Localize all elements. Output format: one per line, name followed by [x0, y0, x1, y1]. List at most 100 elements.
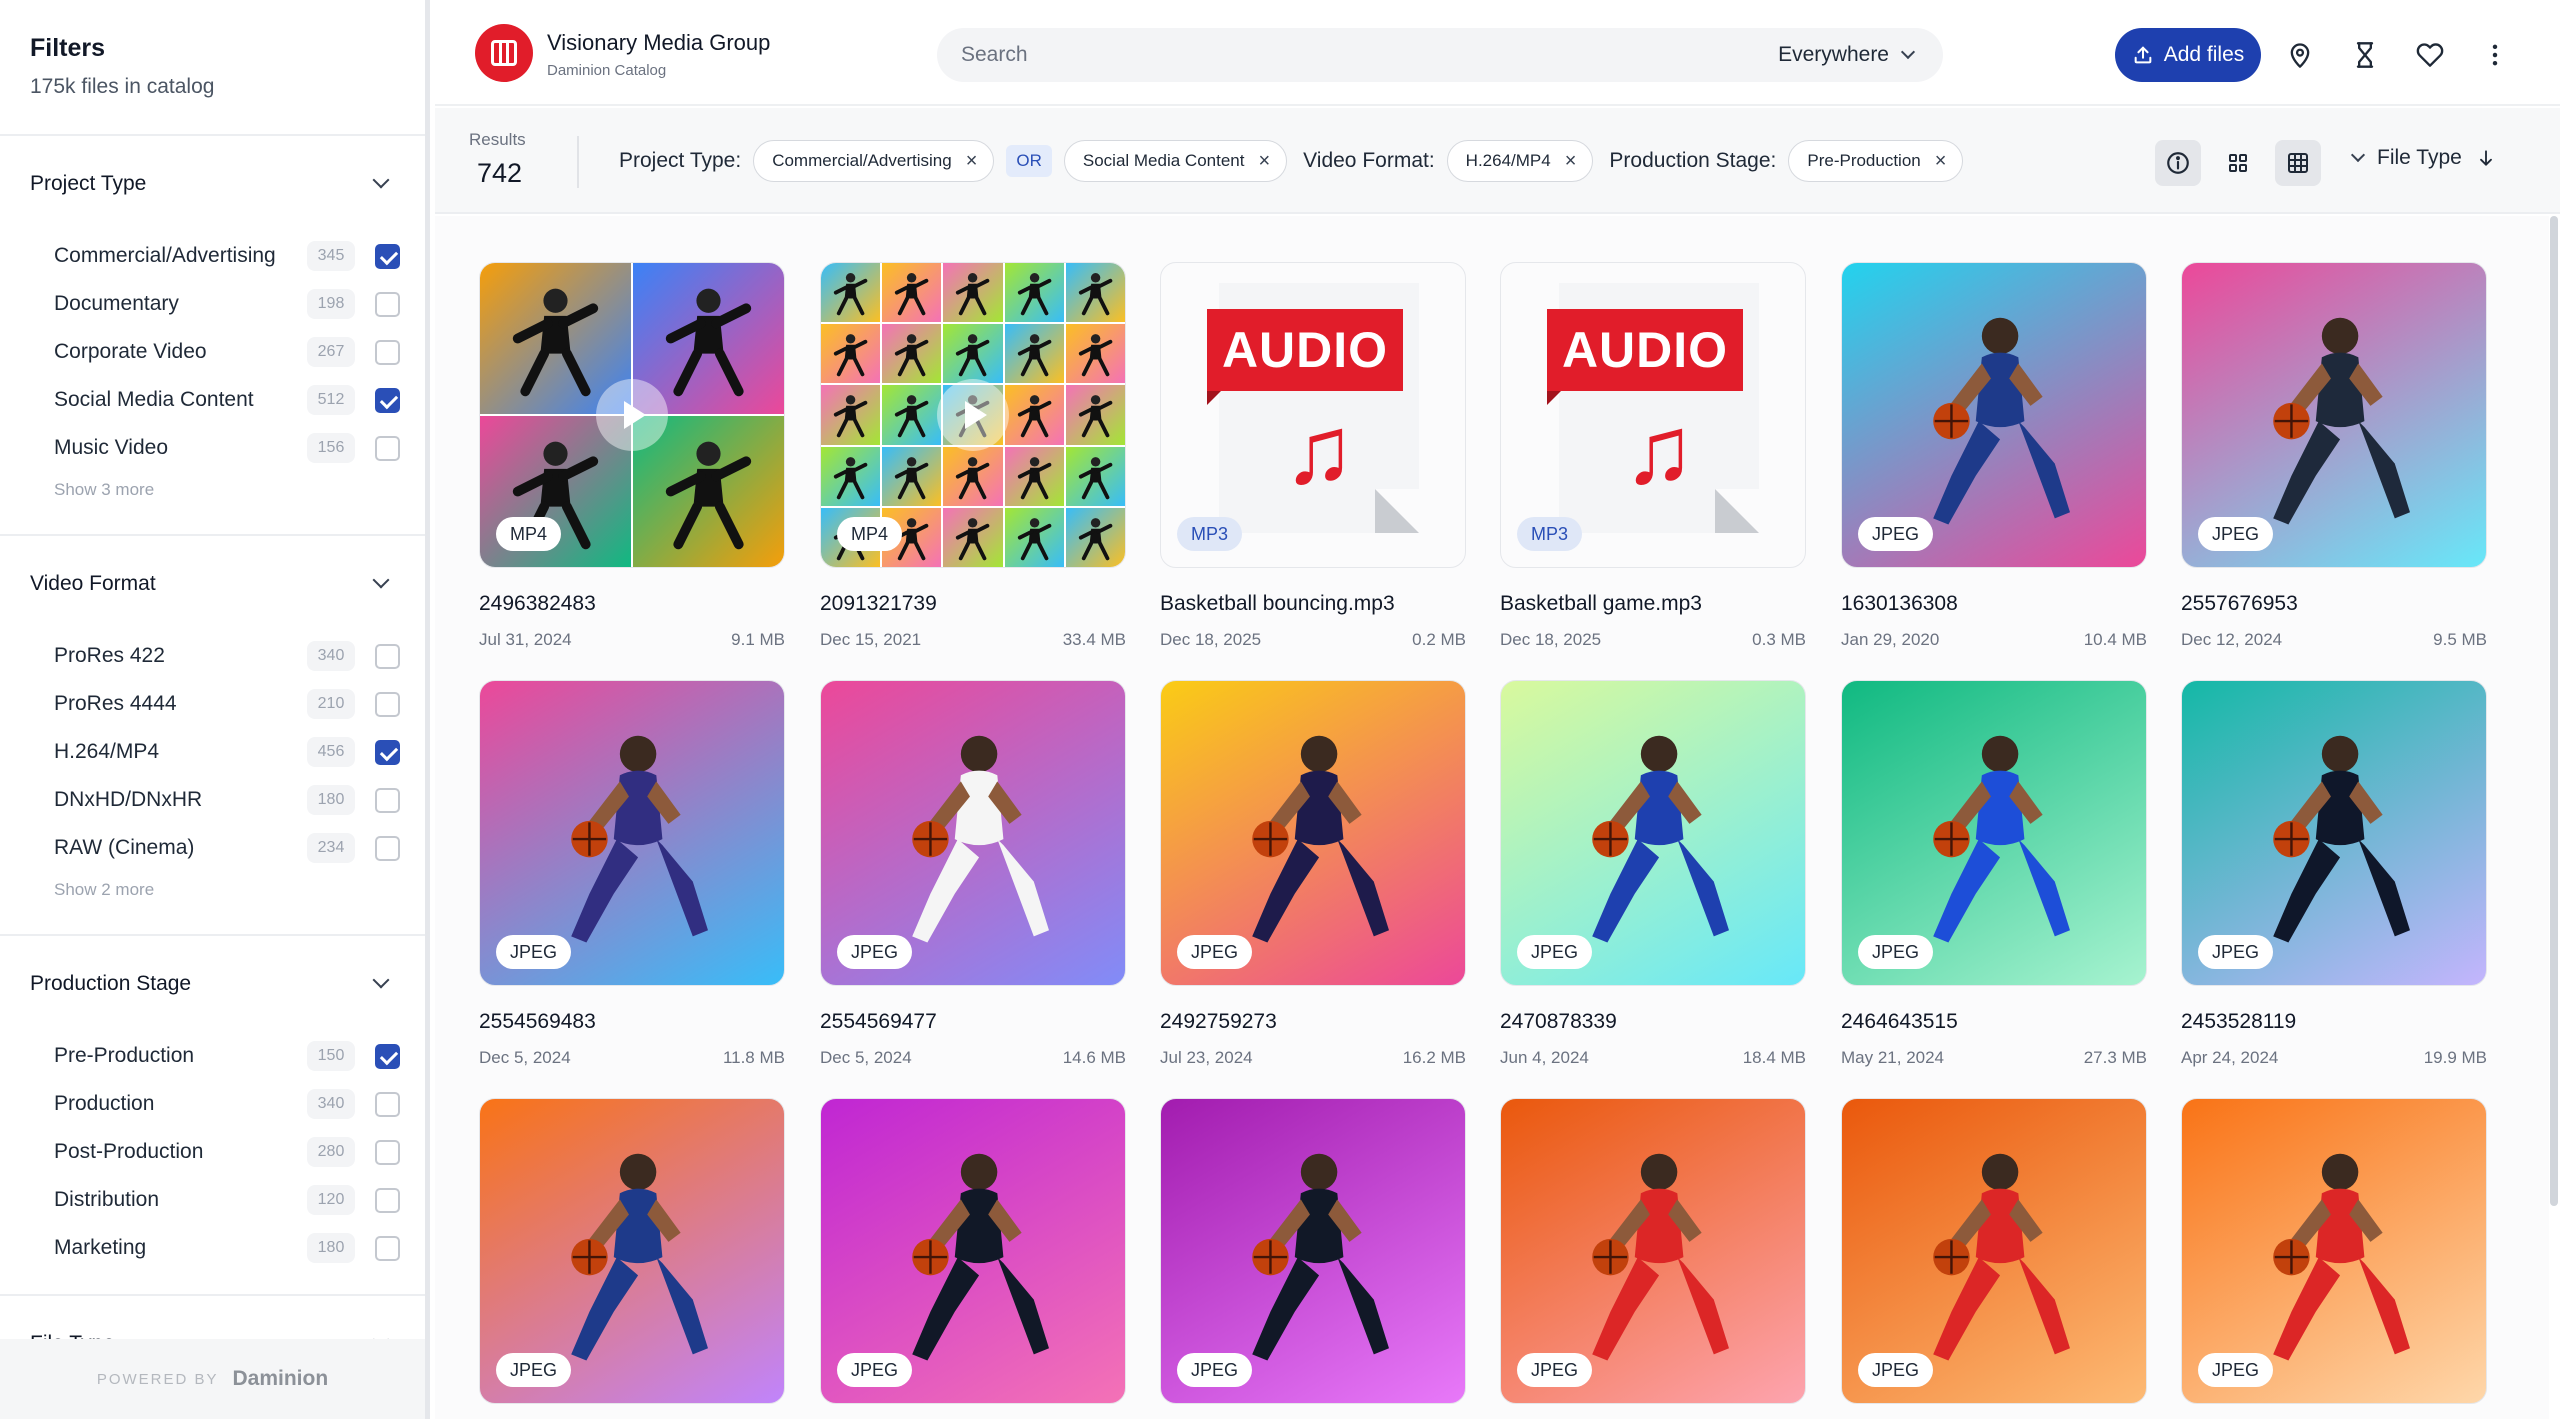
filter-option[interactable]: Commercial/Advertising 345: [0, 232, 425, 280]
filter-option[interactable]: Marketing 180: [0, 1224, 425, 1272]
filter-option[interactable]: Social Media Content 512: [0, 376, 425, 424]
file-date: Dec 18, 2025: [1160, 630, 1262, 649]
filter-option[interactable]: Distribution 120: [0, 1176, 425, 1224]
file-card[interactable]: JPEG 2453528119 Apr 24, 2024 19.9 MB: [2181, 680, 2487, 1068]
file-thumbnail[interactable]: JPEG: [1160, 1098, 1466, 1404]
file-thumbnail[interactable]: JPEG: [1841, 680, 2147, 986]
file-thumbnail[interactable]: JPEG: [820, 680, 1126, 986]
file-card[interactable]: MP4 2496382483 Jul 31, 2024 9.1 MB: [479, 262, 785, 650]
filter-checkbox[interactable]: [375, 1043, 400, 1069]
search-scope-dropdown[interactable]: Everywhere: [1778, 43, 1919, 67]
file-card[interactable]: JPEG 2470878339 Jun 4, 2024 18.4 MB: [1500, 680, 1806, 1068]
file-card[interactable]: AUDIO ♫ MP3 Basketball bouncing.mp3 Dec …: [1160, 262, 1466, 650]
filter-section-toggle[interactable]: Video Format: [0, 536, 425, 632]
filter-checkbox[interactable]: [375, 243, 400, 269]
hourglass-icon[interactable]: [2346, 36, 2384, 74]
filter-checkbox[interactable]: [375, 691, 400, 717]
file-card[interactable]: JPEG: [2181, 1098, 2487, 1404]
add-files-button[interactable]: Add files: [2115, 28, 2261, 82]
grid-small-icon[interactable]: [2215, 140, 2261, 186]
file-card[interactable]: AUDIO ♫ MP3 Basketball game.mp3 Dec 18, …: [1500, 262, 1806, 650]
location-pin-icon[interactable]: [2281, 36, 2319, 74]
filter-chip-pre-production[interactable]: Pre-Production ×: [1788, 140, 1964, 182]
close-icon[interactable]: ×: [1258, 151, 1270, 171]
more-vertical-icon[interactable]: [2476, 36, 2514, 74]
filter-checkbox[interactable]: [375, 643, 400, 669]
filter-option[interactable]: RAW (Cinema) 234: [0, 824, 425, 872]
close-icon[interactable]: ×: [1935, 151, 1947, 171]
file-thumbnail[interactable]: JPEG: [1160, 680, 1466, 986]
file-thumbnail[interactable]: JPEG: [1841, 262, 2147, 568]
org-name[interactable]: Visionary Media Group: [547, 30, 770, 56]
filter-chip-social-media[interactable]: Social Media Content ×: [1063, 140, 1288, 182]
filter-checkbox[interactable]: [375, 1139, 400, 1165]
file-thumbnail[interactable]: JPEG: [820, 1098, 1126, 1404]
close-icon[interactable]: ×: [1565, 151, 1577, 171]
file-card[interactable]: JPEG: [820, 1098, 1126, 1404]
filter-section-toggle[interactable]: Production Stage: [0, 936, 425, 1032]
file-thumbnail[interactable]: JPEG: [2181, 1098, 2487, 1404]
file-thumbnail[interactable]: JPEG: [479, 1098, 785, 1404]
filter-option[interactable]: H.264/MP4 456: [0, 728, 425, 776]
info-icon[interactable]: [2155, 140, 2201, 186]
filter-option[interactable]: Corporate Video 267: [0, 328, 425, 376]
file-card[interactable]: JPEG 2554569483 Dec 5, 2024 11.8 MB: [479, 680, 785, 1068]
filter-checkbox[interactable]: [375, 387, 400, 413]
file-card[interactable]: JPEG 1630136308 Jan 29, 2020 10.4 MB: [1841, 262, 2147, 650]
filter-checkbox[interactable]: [375, 787, 400, 813]
grid-scrollbar[interactable]: [2550, 216, 2558, 1206]
search-input[interactable]: [961, 43, 1779, 67]
filter-option[interactable]: Music Video 156: [0, 424, 425, 472]
filter-chip-commercial[interactable]: Commercial/Advertising ×: [753, 140, 995, 182]
filter-checkbox[interactable]: [375, 739, 400, 765]
file-thumbnail[interactable]: MP4: [820, 262, 1126, 568]
file-card[interactable]: JPEG: [1500, 1098, 1806, 1404]
filter-option[interactable]: DNxHD/DNxHR 180: [0, 776, 425, 824]
grid-large-icon[interactable]: [2275, 140, 2321, 186]
file-card[interactable]: JPEG: [1841, 1098, 2147, 1404]
file-thumbnail[interactable]: JPEG: [2181, 262, 2487, 568]
sort-dropdown[interactable]: File Type: [2350, 146, 2496, 170]
file-thumbnail[interactable]: JPEG: [1500, 1098, 1806, 1404]
file-card[interactable]: JPEG: [479, 1098, 785, 1404]
file-card[interactable]: JPEG 2464643515 May 21, 2024 27.3 MB: [1841, 680, 2147, 1068]
video-format-label: Video Format:: [1303, 149, 1435, 172]
filter-section-toggle[interactable]: Project Type: [0, 136, 425, 232]
file-card[interactable]: JPEG 2557676953 Dec 12, 2024 9.5 MB: [2181, 262, 2487, 650]
file-card[interactable]: JPEG 2492759273 Jul 23, 2024 16.2 MB: [1160, 680, 1466, 1068]
show-more-link[interactable]: Show 2 more: [0, 872, 425, 912]
filter-checkbox[interactable]: [375, 1187, 400, 1213]
or-operator-badge[interactable]: OR: [1006, 145, 1052, 177]
org-logo-icon[interactable]: [475, 24, 533, 82]
file-thumbnail[interactable]: AUDIO ♫ MP3: [1500, 262, 1806, 568]
filter-checkbox[interactable]: [375, 1091, 400, 1117]
filter-option[interactable]: Production 340: [0, 1080, 425, 1128]
close-icon[interactable]: ×: [966, 151, 978, 171]
filter-option[interactable]: Pre-Production 150: [0, 1032, 425, 1080]
filter-option-label: Pre-Production: [54, 1044, 195, 1067]
file-thumbnail[interactable]: JPEG: [1841, 1098, 2147, 1404]
heart-icon[interactable]: [2411, 36, 2449, 74]
filter-checkbox[interactable]: [375, 339, 400, 365]
filter-checkbox[interactable]: [375, 291, 400, 317]
file-thumbnail[interactable]: JPEG: [2181, 680, 2487, 986]
filter-checkbox[interactable]: [375, 835, 400, 861]
play-icon[interactable]: [596, 379, 668, 451]
file-card[interactable]: MP4 2091321739 Dec 15, 2021 33.4 MB: [820, 262, 1126, 650]
file-thumbnail[interactable]: JPEG: [479, 680, 785, 986]
play-icon[interactable]: [937, 379, 1009, 451]
filter-option[interactable]: ProRes 422 340: [0, 632, 425, 680]
file-thumbnail[interactable]: JPEG: [1500, 680, 1806, 986]
filter-checkbox[interactable]: [375, 1235, 400, 1261]
filter-chip-h264[interactable]: H.264/MP4 ×: [1446, 140, 1594, 182]
filter-option[interactable]: ProRes 4444 210: [0, 680, 425, 728]
file-card[interactable]: JPEG: [1160, 1098, 1466, 1404]
file-thumbnail[interactable]: AUDIO ♫ MP3: [1160, 262, 1466, 568]
file-name: 2470878339: [1500, 1010, 1617, 1033]
file-card[interactable]: JPEG 2554569477 Dec 5, 2024 14.6 MB: [820, 680, 1126, 1068]
filter-checkbox[interactable]: [375, 435, 400, 461]
show-more-link[interactable]: Show 3 more: [0, 472, 425, 512]
file-thumbnail[interactable]: MP4: [479, 262, 785, 568]
filter-option[interactable]: Post-Production 280: [0, 1128, 425, 1176]
filter-option[interactable]: Documentary 198: [0, 280, 425, 328]
